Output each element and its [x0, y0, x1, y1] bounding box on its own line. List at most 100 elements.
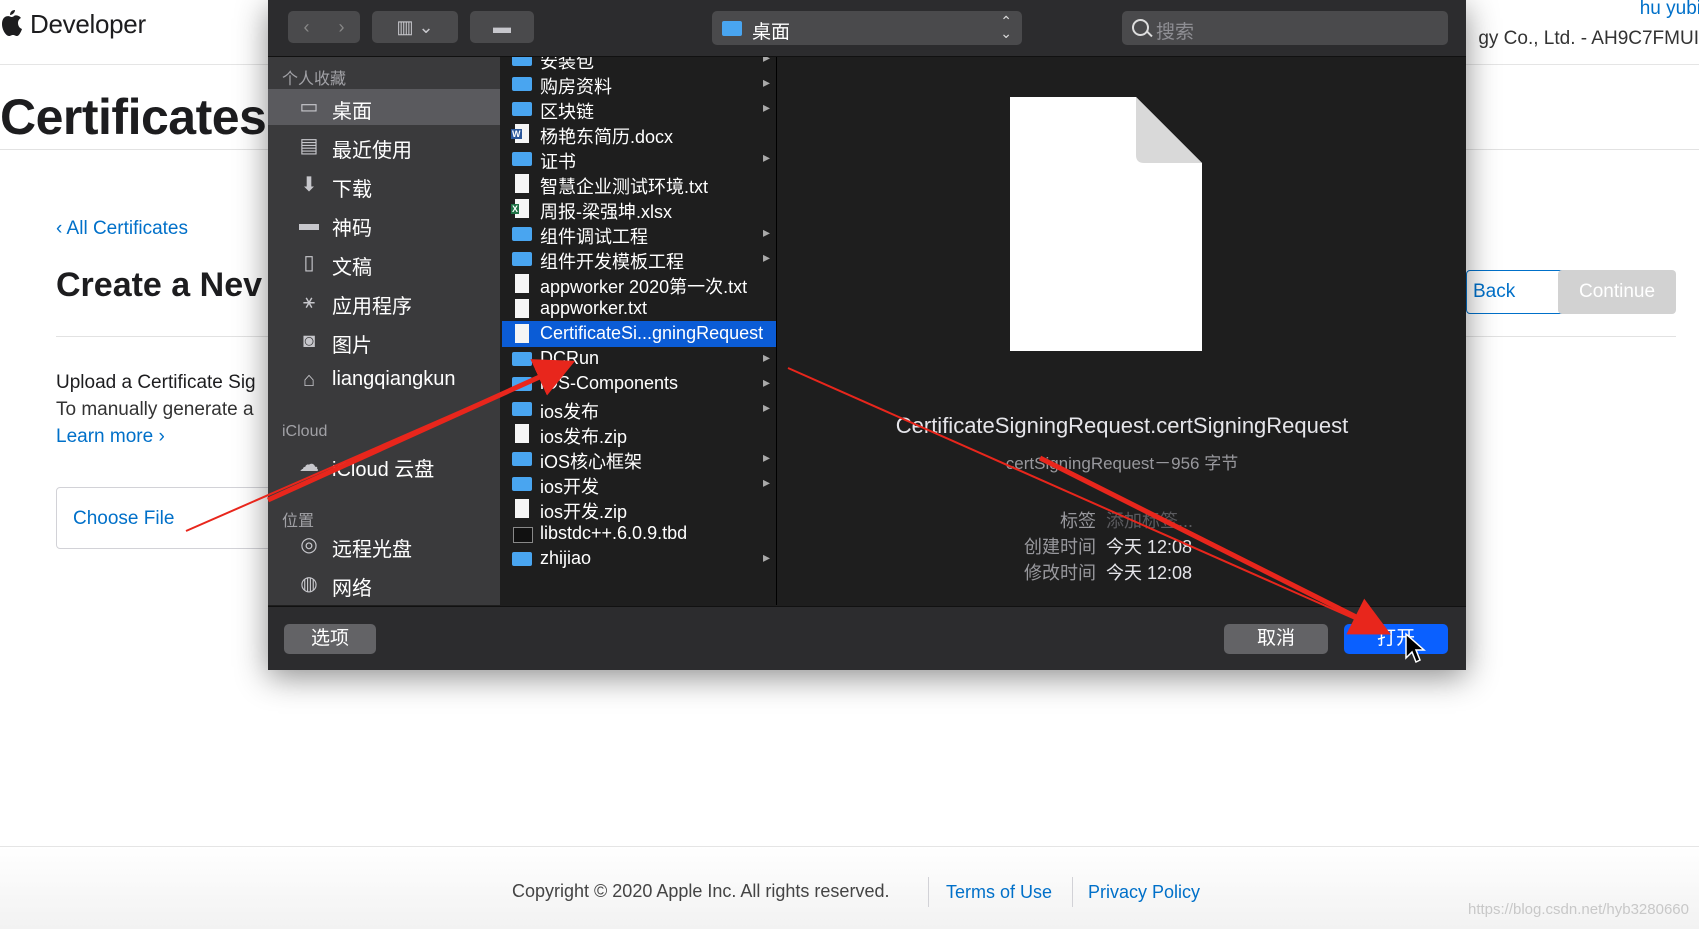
file-row[interactable]: appworker.txt: [502, 296, 776, 322]
cancel-button[interactable]: 取消: [1224, 624, 1328, 654]
folder-icon: [512, 152, 532, 166]
created-value: 今天 12:08: [1106, 537, 1193, 557]
search-field[interactable]: 搜索: [1122, 11, 1448, 45]
sidebar-item[interactable]: ☁ iCloud 云盘: [268, 447, 500, 483]
choose-file-label: Choose File: [73, 508, 175, 529]
footer-separator: [928, 877, 929, 907]
view-mode-button[interactable]: ▥ ⌄: [372, 11, 458, 43]
learn-more-link[interactable]: Learn more ›: [56, 426, 165, 448]
file-icon: [511, 124, 529, 143]
file-icon: [515, 299, 529, 318]
file-name: appworker.txt: [540, 298, 648, 318]
updown-chevron-icon: ⌃ ⌄: [1000, 13, 1012, 41]
recents-icon: ▤: [299, 135, 319, 157]
file-row[interactable]: ios发布.zip: [502, 421, 776, 447]
preview-file-name: CertificateSigningRequest.certSigningReq…: [895, 413, 1349, 438]
upload-csr-description: To manually generate a: [56, 399, 254, 420]
file-row[interactable]: CertificateSi...gningRequest: [502, 321, 776, 347]
location-popup[interactable]: 桌面 ⌃ ⌄: [712, 11, 1022, 45]
file-row[interactable]: appworker 2020第一次.txt: [502, 271, 776, 297]
file-row[interactable]: 杨艳东简历.docx: [502, 121, 776, 147]
sidebar-item[interactable]: ◍ 网络: [268, 566, 500, 602]
applications-icon: ⚹: [303, 291, 315, 313]
copyright-text: Copyright © 2020 Apple Inc. All rights r…: [512, 881, 890, 901]
continue-button[interactable]: Continue: [1558, 270, 1676, 314]
create-certificate-title: Create a Nev: [56, 266, 263, 304]
folder-icon: [512, 552, 532, 566]
modified-value: 今天 12:08: [1106, 563, 1193, 583]
sidebar-item-label: 最近使用: [332, 140, 412, 162]
file-row[interactable]: libstdc++.6.0.9.tbd: [502, 521, 776, 547]
file-row[interactable]: iOS-Components ▸: [502, 371, 776, 397]
folder-icon: [512, 57, 532, 66]
sidebar-item[interactable]: ◎ 远程光盘: [268, 527, 500, 563]
sidebar-item-label: 应用程序: [332, 296, 412, 318]
file-row[interactable]: 周报-梁强坤.xlsx: [502, 196, 776, 222]
document-icon: [1010, 97, 1202, 351]
team-name: gy Co., Ltd. - AH9C7FMUI: [1478, 28, 1699, 49]
file-row[interactable]: 组件开发模板工程 ▸: [502, 246, 776, 272]
new-folder-button[interactable]: ▬: [470, 11, 534, 43]
sidebar-item-label: 下载: [332, 179, 372, 201]
sidebar-item[interactable]: ▭ 桌面: [268, 89, 500, 125]
file-row[interactable]: 安装包 ▸: [502, 57, 776, 72]
chevron-right-icon: ▸: [762, 449, 770, 465]
folder-icon: [512, 102, 532, 116]
sidebar-item-label: iCloud 云盘: [332, 459, 435, 481]
file-row[interactable]: ios发布 ▸: [502, 396, 776, 422]
options-button[interactable]: 选项: [284, 624, 376, 654]
file-row[interactable]: DCRun ▸: [502, 346, 776, 372]
file-row[interactable]: 智慧企业测试环境.txt: [502, 171, 776, 197]
back-nav-button[interactable]: ‹: [289, 11, 324, 43]
sidebar-item[interactable]: ⬇ 下载: [268, 167, 500, 203]
file-row[interactable]: ios开发.zip: [502, 496, 776, 522]
all-certificates-link[interactable]: ‹ All Certificates: [56, 218, 188, 240]
chevron-right-icon: ▸: [762, 74, 770, 90]
page-title: Certificates: [0, 89, 267, 145]
modified-label: 修改时间: [1024, 563, 1096, 583]
chevron-right-icon: ▸: [762, 149, 770, 165]
open-button[interactable]: 打开: [1344, 624, 1448, 654]
sidebar-item-label: 桌面: [332, 101, 372, 123]
file-preview: CertificateSigningRequest.certSigningReq…: [778, 57, 1466, 605]
sidebar-item[interactable]: ▤ 最近使用: [268, 128, 500, 164]
user-name[interactable]: hu yubi: [1640, 0, 1699, 20]
open-file-dialog: ‹ › ▥ ⌄ ▬ 桌面 ⌃ ⌄ 搜索 个人收藏 ▭ 桌面 ▤ 最近使用 ⬇ 下载 ▬ 神码 ▯ 文稿…: [268, 0, 1466, 670]
sidebar-item[interactable]: ⚹ 应用程序: [268, 284, 500, 320]
folder-icon: [722, 21, 742, 36]
folder-icon: [512, 452, 532, 466]
footer-separator: [1072, 877, 1073, 907]
privacy-policy-link[interactable]: Privacy Policy: [1088, 882, 1200, 903]
sidebar-item-label: 文稿: [332, 257, 372, 279]
site-footer: Copyright © 2020 Apple Inc. All rights r…: [0, 846, 1699, 929]
terms-of-use-link[interactable]: Terms of Use: [946, 882, 1052, 903]
sidebar-item-label: 图片: [332, 335, 372, 357]
folder-icon: [512, 252, 532, 266]
file-row[interactable]: 组件调试工程 ▸: [502, 221, 776, 247]
cloud-icon: ☁: [299, 454, 319, 476]
finder-sidebar: 个人收藏 ▭ 桌面 ▤ 最近使用 ⬇ 下载 ▬ 神码 ▯ 文稿 ⚹ 应用程序 ◙ 图片 ⌂ liangqian…: [268, 57, 500, 605]
file-row[interactable]: iOS核心框架 ▸: [502, 446, 776, 472]
sidebar-item[interactable]: ▯ 文稿: [268, 245, 500, 281]
tags-input[interactable]: 添加标签...: [1106, 507, 1193, 533]
file-row[interactable]: ios开发 ▸: [502, 471, 776, 497]
file-row[interactable]: 购房资料 ▸: [502, 71, 776, 97]
desktop-icon: ▭: [299, 96, 319, 118]
sidebar-item[interactable]: ◙ 图片: [268, 323, 500, 359]
sidebar-item[interactable]: ▬ 神码: [268, 206, 500, 242]
sidebar-item-label: 神码: [332, 218, 372, 240]
file-name: DCRun: [540, 348, 600, 368]
brand-title[interactable]: Developer: [30, 9, 146, 40]
chevron-right-icon: ▸: [762, 374, 770, 390]
file-row[interactable]: zhijiao ▸: [502, 546, 776, 572]
folder-icon: [512, 402, 532, 416]
back-button[interactable]: Back: [1466, 270, 1572, 314]
sidebar-item[interactable]: ⌂ liangqiangkun: [268, 362, 500, 398]
disc-icon: ◎: [300, 534, 318, 556]
forward-nav-button[interactable]: ›: [324, 11, 359, 43]
chevron-right-icon: ▸: [762, 474, 770, 490]
file-row[interactable]: 证书 ▸: [502, 146, 776, 172]
chevron-right-icon: ▸: [762, 549, 770, 565]
file-row[interactable]: 区块链 ▸: [502, 96, 776, 122]
chevron-right-icon: ▸: [762, 99, 770, 115]
